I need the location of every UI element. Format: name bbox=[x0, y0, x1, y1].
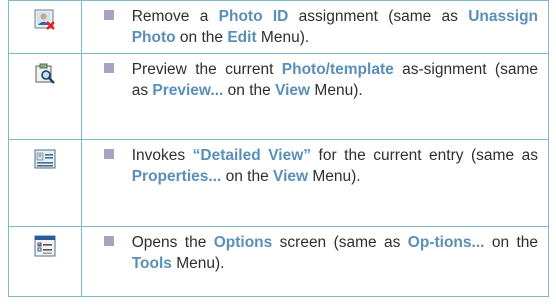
description-text: assignment (same as bbox=[288, 8, 469, 25]
description-text: Menu). bbox=[171, 255, 225, 272]
table-row: Preview the current Photo/template as-si… bbox=[8, 53, 550, 140]
icon-cell bbox=[8, 53, 82, 140]
description-text: Remove a bbox=[131, 8, 219, 25]
description-text: for the current entry (same as bbox=[311, 147, 538, 164]
menu-name-highlight: Edit bbox=[227, 29, 257, 46]
term-highlight: Photo/template bbox=[281, 61, 394, 78]
toolbar-help-table: Remove a Photo ID assignment (same as Un… bbox=[8, 0, 550, 297]
menu-name-highlight: Tools bbox=[131, 255, 172, 272]
table-row: Invokes “Detailed View” for the current … bbox=[8, 139, 550, 227]
bullet-icon bbox=[103, 10, 114, 20]
description: Remove a Photo ID assignment (same as Un… bbox=[82, 1, 548, 53]
icon-cell bbox=[8, 226, 82, 297]
menu-command-highlight: Preview... bbox=[152, 82, 224, 99]
table-row: Remove a Photo ID assignment (same as Un… bbox=[8, 0, 550, 54]
description-text: Preview the current bbox=[131, 61, 282, 78]
bullet-icon bbox=[103, 63, 114, 73]
detailed-view-icon bbox=[34, 148, 56, 170]
preview-photo-icon bbox=[34, 62, 56, 84]
table-row: Opens the Options screen (same as Op-tio… bbox=[8, 226, 550, 297]
term-highlight: Photo ID bbox=[218, 8, 289, 25]
menu-name-highlight: View bbox=[273, 168, 309, 185]
description-text: Invokes bbox=[131, 147, 193, 164]
menu-command-highlight: Properties... bbox=[131, 168, 222, 185]
description-cell: Preview the current Photo/template as-si… bbox=[80, 53, 550, 140]
bullet-icon bbox=[103, 236, 114, 246]
description-text: on the bbox=[221, 168, 274, 185]
options-icon bbox=[34, 235, 56, 257]
bullet-icon bbox=[103, 149, 114, 159]
remove-photo-id-icon bbox=[34, 9, 56, 31]
description-text: screen (same as bbox=[272, 234, 408, 251]
description-text: on the bbox=[484, 234, 539, 251]
description-text: Menu). bbox=[308, 168, 361, 185]
icon-cell bbox=[8, 139, 82, 227]
description-cell: Invokes “Detailed View” for the current … bbox=[80, 139, 550, 227]
description-text: Opens the bbox=[131, 234, 214, 251]
description-cell: Opens the Options screen (same as Op-tio… bbox=[80, 226, 550, 297]
description: Invokes “Detailed View” for the current … bbox=[82, 140, 548, 192]
description-text: Menu). bbox=[310, 82, 363, 99]
menu-command-highlight: Op-tions... bbox=[407, 234, 485, 251]
term-highlight: “Detailed View” bbox=[192, 147, 312, 164]
term-highlight: Options bbox=[213, 234, 273, 251]
description-text: on the bbox=[175, 29, 228, 46]
description-cell: Remove a Photo ID assignment (same as Un… bbox=[80, 0, 550, 54]
description: Opens the Options screen (same as Op-tio… bbox=[82, 227, 548, 279]
icon-cell bbox=[8, 0, 82, 54]
description-text: Menu). bbox=[256, 29, 310, 46]
description: Preview the current Photo/template as-si… bbox=[82, 54, 548, 106]
description-text: on the bbox=[223, 82, 276, 99]
menu-name-highlight: View bbox=[275, 82, 311, 99]
